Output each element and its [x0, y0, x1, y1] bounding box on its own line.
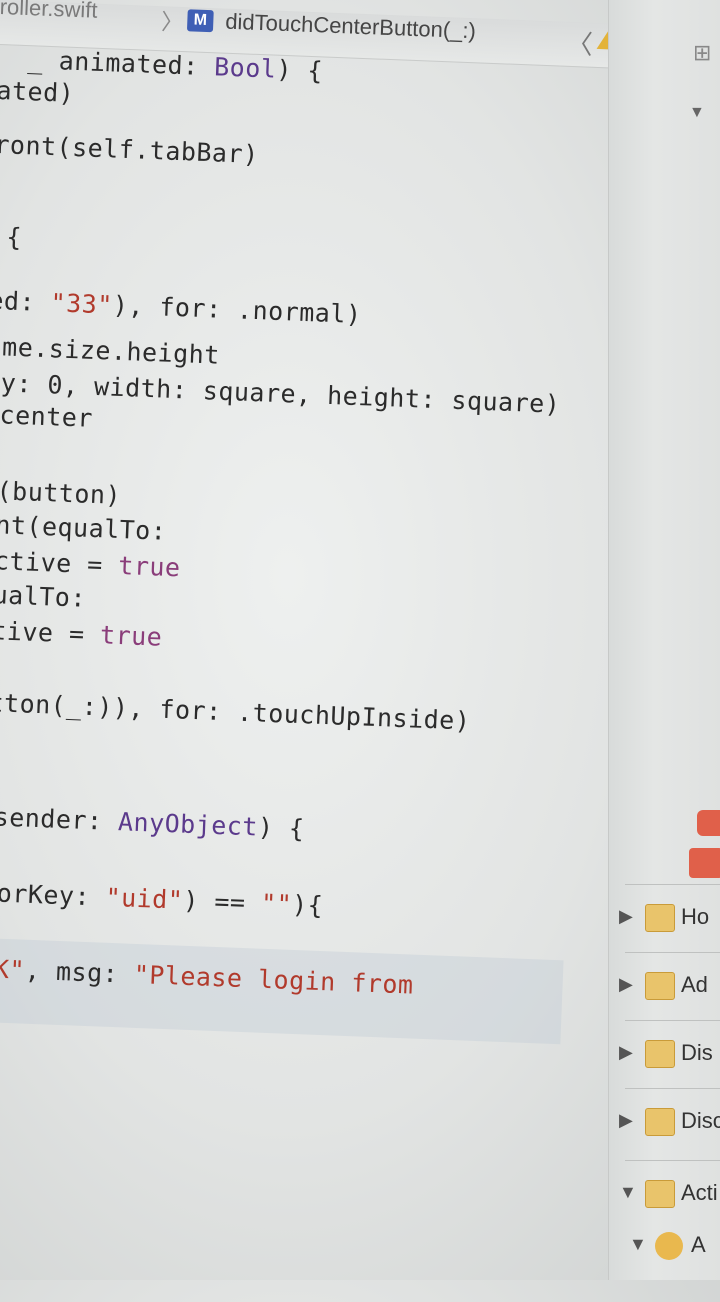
code-token: _ sender:	[0, 802, 104, 836]
code-token: ){	[291, 889, 324, 921]
code-token: AnyObject	[117, 807, 259, 842]
code-token: .center	[0, 399, 94, 433]
navigator-item-group[interactable]: ▶ Dis	[609, 1032, 720, 1080]
navigator-item-label: Ad	[681, 972, 708, 997]
disclosure-triangle-icon[interactable]: ▼	[619, 1182, 637, 1203]
navigator-divider	[625, 1160, 720, 1161]
navigator-item-label: Dis	[681, 1040, 713, 1065]
disclosure-triangle-icon[interactable]: ▶	[619, 1110, 633, 1131]
navigator-item-group[interactable]: ▶ Ad	[609, 964, 720, 1012]
disclosure-triangle-icon[interactable]: ▶	[619, 974, 633, 995]
navigator-item-label: Ho	[681, 904, 710, 929]
code-token: utton(_:)), for: .touchUpInside)	[0, 687, 471, 736]
folder-icon	[645, 1040, 675, 1068]
code-token: ame.size.height	[0, 331, 221, 370]
code-line[interactable]: ed: "33"), for: .normal)	[0, 286, 362, 329]
group-icon	[655, 1232, 683, 1260]
grid-icon[interactable]: ⊞	[693, 40, 711, 66]
navigator-item-group[interactable]: ▶ Ho	[609, 896, 720, 944]
xcode-window: roller.swift 〉 M didTouchCenterButton(_:…	[0, 0, 720, 1280]
navigator-item-label: Acti	[681, 1180, 718, 1205]
code-token: ront(self.tabBar)	[0, 129, 260, 170]
code-token: t(button)	[0, 475, 122, 511]
code-token: qualTo:	[0, 579, 87, 613]
error-badge-icon	[697, 810, 720, 836]
error-badge-icon	[689, 848, 720, 878]
code-token: ) {	[275, 54, 324, 86]
code-token: ) ==	[182, 885, 262, 918]
navigator-divider	[625, 1020, 720, 1021]
navigator-divider	[625, 1088, 720, 1089]
code-line[interactable]: .center	[0, 400, 93, 433]
navigator-item-label: Disc	[681, 1108, 720, 1133]
code-token: "uid"	[105, 882, 184, 915]
code-line[interactable]: int(equalTo:	[0, 510, 167, 546]
code-token: (forKey:	[0, 877, 91, 912]
navigator-item-label: A	[691, 1232, 706, 1257]
code-line[interactable]: utton(_:)), for: .touchUpInside)	[0, 687, 471, 735]
code-line[interactable]: t(button)	[0, 476, 122, 510]
disclosure-triangle-icon[interactable]: ▶	[619, 906, 633, 927]
code-line[interactable]: Active = true	[0, 546, 181, 583]
navigator-item-group[interactable]: ▼ Acti	[609, 1172, 720, 1220]
disclosure-triangle-icon[interactable]: ▼	[629, 1234, 647, 1255]
navigator-item-group[interactable]: ▶ Disc	[609, 1100, 720, 1148]
source-editor[interactable]: _ animated: Bool) { ated) ront(self.tabB…	[0, 0, 600, 1302]
code-line[interactable]: _ sender: AnyObject) {	[0, 801, 305, 843]
folder-icon	[645, 972, 675, 1000]
folder-icon	[645, 904, 675, 932]
folder-icon	[645, 1108, 675, 1136]
navigator-divider	[625, 952, 720, 953]
code-line[interactable]: (forKey: "uid") == ""){	[0, 877, 324, 920]
code-token: Bool	[213, 52, 277, 84]
code-token: ), for: .normal)	[112, 290, 363, 330]
code-token: true	[117, 550, 182, 583]
code-token: true	[99, 620, 163, 652]
code-token: , msg:	[24, 955, 135, 989]
code-token: ed:	[0, 285, 36, 317]
code-line[interactable]: ront(self.tabBar)	[0, 130, 259, 169]
code-token: ctive =	[0, 615, 86, 649]
navigator-item-group[interactable]: ▼ A	[619, 1224, 720, 1272]
code-token: {	[5, 222, 23, 253]
code-line[interactable]: {	[0, 222, 23, 252]
disclosure-triangle-icon[interactable]: ▼	[689, 104, 705, 122]
code-token: _ animated:	[27, 45, 215, 82]
disclosure-triangle-icon[interactable]: ▶	[619, 1042, 633, 1063]
code-line[interactable]: qualTo:	[0, 580, 87, 613]
code-line[interactable]: ame.size.height	[0, 332, 220, 370]
code-line[interactable]: ated)	[0, 76, 75, 108]
code-token: ated)	[0, 75, 75, 108]
folder-icon	[645, 1180, 675, 1208]
code-token: Active =	[0, 545, 104, 580]
code-token: ) {	[257, 812, 306, 844]
code-line[interactable]: ctive = true	[0, 616, 163, 652]
project-navigator: ⊞ ▼ ▶ Ho ▶ Ad ▶ Dis ▶ Disc ▼ Acti ▼ A	[608, 0, 720, 1280]
code-token: int(equalTo:	[0, 509, 167, 546]
code-token: "33"	[50, 288, 114, 320]
code-token: TIK"	[0, 953, 26, 985]
code-token: ""	[260, 888, 293, 919]
navigator-divider	[625, 884, 720, 885]
